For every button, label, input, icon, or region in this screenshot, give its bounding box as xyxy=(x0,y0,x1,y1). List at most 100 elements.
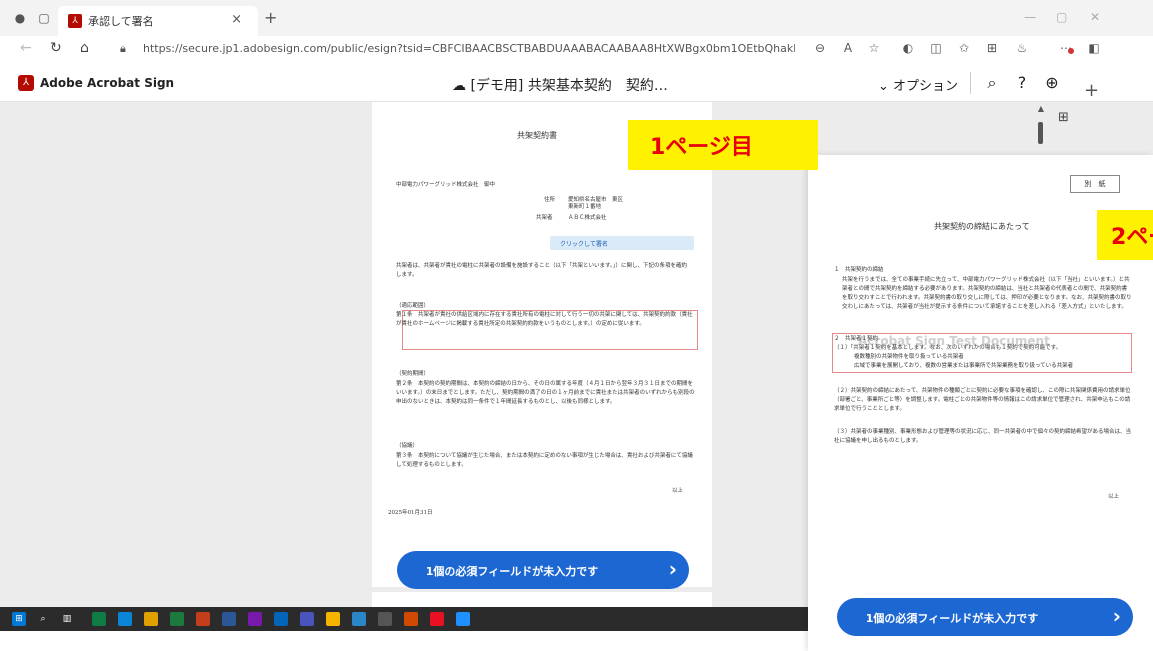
required-fields-button-2[interactable]: 1個の必須フィールドが未入力です › xyxy=(837,598,1133,636)
page1-sec2-heading: （契約期間） xyxy=(396,371,430,377)
zoom-icon[interactable]: ⊖ xyxy=(812,41,828,55)
onenote-icon[interactable] xyxy=(248,612,262,626)
page1-ijo: 以上 xyxy=(672,488,684,494)
required-fields-label-2: 1個の必須フィールドが未入力です xyxy=(865,612,1039,625)
windows-start-icon[interactable]: ⊞ xyxy=(12,612,26,626)
screen: ● ▢ ⅄ 承認して署名 × + — ▢ ✕ ← ↻ ⌂ 🔒︎ https://… xyxy=(0,0,1153,651)
notification-dot-icon xyxy=(1068,48,1074,54)
page1-address-label: 住所 xyxy=(544,197,556,203)
home-icon[interactable]: ⌂ xyxy=(80,40,89,56)
page1-party-label: 共架者 xyxy=(536,215,553,221)
page1-intro: 共架者は、共架者が貴社の電柱に共架者の設備を施設すること（以下「共架といいます。… xyxy=(396,263,687,278)
page1-sec3-text: 第３条 本契約について協議が生じた場合、または本契約に定めのない事項が生じた場合… xyxy=(396,453,693,468)
sidebar-icon[interactable]: ◧ xyxy=(1086,41,1102,55)
favorites-icon[interactable]: ✩ xyxy=(956,41,972,55)
page1-callout-text: 1ページ目 xyxy=(650,135,753,160)
scrollbar[interactable]: ▲ xyxy=(1036,104,1046,144)
word-icon[interactable] xyxy=(222,612,236,626)
page2-callout: 2ページ目 xyxy=(1097,210,1153,260)
browser-tab-bar: ● ▢ ⅄ 承認して署名 × + — ▢ ✕ xyxy=(0,0,1153,36)
page1-sec3-heading: （協議） xyxy=(396,443,419,449)
document-page-1: 共架契約書 中部電力パワーグリッド株式会社 御中 住所 愛知県名古屋市 東区 東… xyxy=(372,102,712,587)
app-header: ⅄ Adobe Acrobat Sign ☁︎ [デモ用] 共架基本契約 契約…… xyxy=(0,64,1153,102)
options-menu[interactable]: ⌄ オプション xyxy=(878,75,958,94)
profile-icon[interactable]: ● xyxy=(12,10,28,26)
page2-s2-item3: （３）共架者の事業種別、事業形態および管理等の状況に応じ、同一共架者の中で個々の… xyxy=(834,429,1132,444)
scrollbar-thumb[interactable] xyxy=(1038,122,1043,144)
page2-s2-item1: （１）「共架者１契約を基本とします。なお、次のいずれかの場合も１契約で契約可能で… xyxy=(834,345,1062,351)
browser-tab[interactable]: ⅄ 承認して署名 × xyxy=(58,6,258,36)
scroll-up-icon[interactable]: ▲ xyxy=(1036,104,1046,113)
chrome-icon[interactable] xyxy=(326,612,340,626)
close-window-icon[interactable]: ✕ xyxy=(1090,10,1100,24)
powerpoint-icon[interactable] xyxy=(196,612,210,626)
page2-s1-text: 共架を行うまでは、全ての事業手続に先立って、中部電力パワーグリッド株式会社（以下… xyxy=(842,277,1132,310)
page1-party-value: ＡＢＣ株式会社 xyxy=(568,215,607,221)
tab-title: 承認して署名 xyxy=(88,15,154,28)
refresh-icon[interactable]: ↻ xyxy=(50,40,62,56)
page1-addressee: 中部電力パワーグリッド株式会社 御中 xyxy=(396,182,496,188)
excel-icon[interactable] xyxy=(170,612,184,626)
split-screen-icon[interactable]: ◫ xyxy=(928,41,944,55)
outlook-icon[interactable] xyxy=(274,612,288,626)
page2-title: 共架契約の締結にあたって xyxy=(934,222,1030,231)
page1-callout: 1ページ目 xyxy=(628,120,818,170)
chevron-right-icon: › xyxy=(668,557,677,581)
page2-ijo: 以上 xyxy=(1108,494,1120,500)
page1-sec2-text: 第２条 本契約の契約期間は、本契約の締結の日から、その日の属する年度（４月１日か… xyxy=(396,381,695,405)
cloud-icon: ☁︎ xyxy=(452,78,471,94)
thumbnails-grid-icon[interactable]: ⊞ xyxy=(1058,110,1069,125)
app-icon-2[interactable] xyxy=(378,612,392,626)
workspaces-icon[interactable]: ▢ xyxy=(36,10,52,26)
extension-icon[interactable]: ◐ xyxy=(900,41,916,55)
minimize-icon[interactable]: — xyxy=(1024,10,1036,24)
page1-title: 共架契約書 xyxy=(517,131,557,140)
help-icon[interactable]: ? xyxy=(1012,73,1032,92)
options-label: オプション xyxy=(893,79,959,94)
restore-icon[interactable]: ▢ xyxy=(1056,10,1067,24)
read-aloud-icon[interactable]: A xyxy=(840,41,856,55)
document-page-next xyxy=(372,592,712,607)
chevron-down-icon: ⌄ xyxy=(878,79,894,94)
signature-field[interactable]: クリックして署名 xyxy=(550,236,694,250)
brand-name: Adobe Acrobat Sign xyxy=(40,76,175,90)
search-taskbar-icon[interactable]: ⌕ xyxy=(36,612,50,626)
divider xyxy=(970,72,971,94)
search-icon[interactable]: ⌕ xyxy=(982,73,1002,93)
page1-address-value2: 東新町１番地 xyxy=(568,204,602,210)
new-tab-button[interactable]: + xyxy=(264,8,277,27)
globe-icon[interactable]: ⊕ xyxy=(1042,73,1062,92)
lock-icon: 🔒︎ xyxy=(120,42,126,55)
app-icon[interactable] xyxy=(352,612,366,626)
add-icon[interactable]: + xyxy=(1084,80,1099,101)
performance-icon[interactable]: ♨ xyxy=(1014,41,1030,55)
acrobat-favicon-icon: ⅄ xyxy=(68,14,82,28)
favorite-star-icon[interactable]: ☆ xyxy=(866,41,882,55)
app-icon-3[interactable] xyxy=(404,612,418,626)
acrobat-logo-icon: ⅄ xyxy=(18,75,34,91)
task-view-icon[interactable]: ▥ xyxy=(60,612,74,626)
page1-date: 2025年01月31日 xyxy=(388,510,433,516)
url-field[interactable]: https://secure.jp1.adobesign.com/public/… xyxy=(143,42,795,55)
taskbar: ⊞ ⌕ ▥ xyxy=(0,607,808,631)
required-fields-button[interactable]: 1個の必須フィールドが未入力です › xyxy=(397,551,689,589)
teams-icon[interactable] xyxy=(300,612,314,626)
file-explorer-icon[interactable] xyxy=(144,612,158,626)
page2-s2-item1b: 複数種別の共架物件を取り扱っている共架者 xyxy=(854,354,964,360)
collections-icon[interactable]: ⊞ xyxy=(984,41,1000,55)
back-icon[interactable]: ← xyxy=(20,40,32,56)
office-icon[interactable] xyxy=(430,612,444,626)
address-bar: ← ↻ ⌂ 🔒︎ https://secure.jp1.adobesign.co… xyxy=(0,36,1153,62)
page1-sec1-text: 第１条 共架者が貴社の供給区域内に存在する貴社所有の電柱に対して行う一切の共架に… xyxy=(396,312,693,327)
tab-close-button[interactable]: × xyxy=(231,12,242,27)
page2-s1-heading: １ 共架契約の締結 xyxy=(834,267,884,273)
document-title-text: [デモ用] 共架基本契約 契約… xyxy=(470,78,668,94)
edge-taskbar-icon[interactable] xyxy=(92,612,106,626)
required-fields-label: 1個の必須フィールドが未入力です xyxy=(425,565,599,578)
document-title[interactable]: ☁︎ [デモ用] 共架基本契約 契約… xyxy=(452,75,668,95)
onedrive-icon[interactable] xyxy=(118,612,132,626)
page2-callout-text: 2ページ目 xyxy=(1111,225,1153,250)
signature-field-label: クリックして署名 xyxy=(560,241,608,248)
app-icon-4[interactable] xyxy=(456,612,470,626)
annex-label: 別 紙 xyxy=(1070,175,1120,193)
